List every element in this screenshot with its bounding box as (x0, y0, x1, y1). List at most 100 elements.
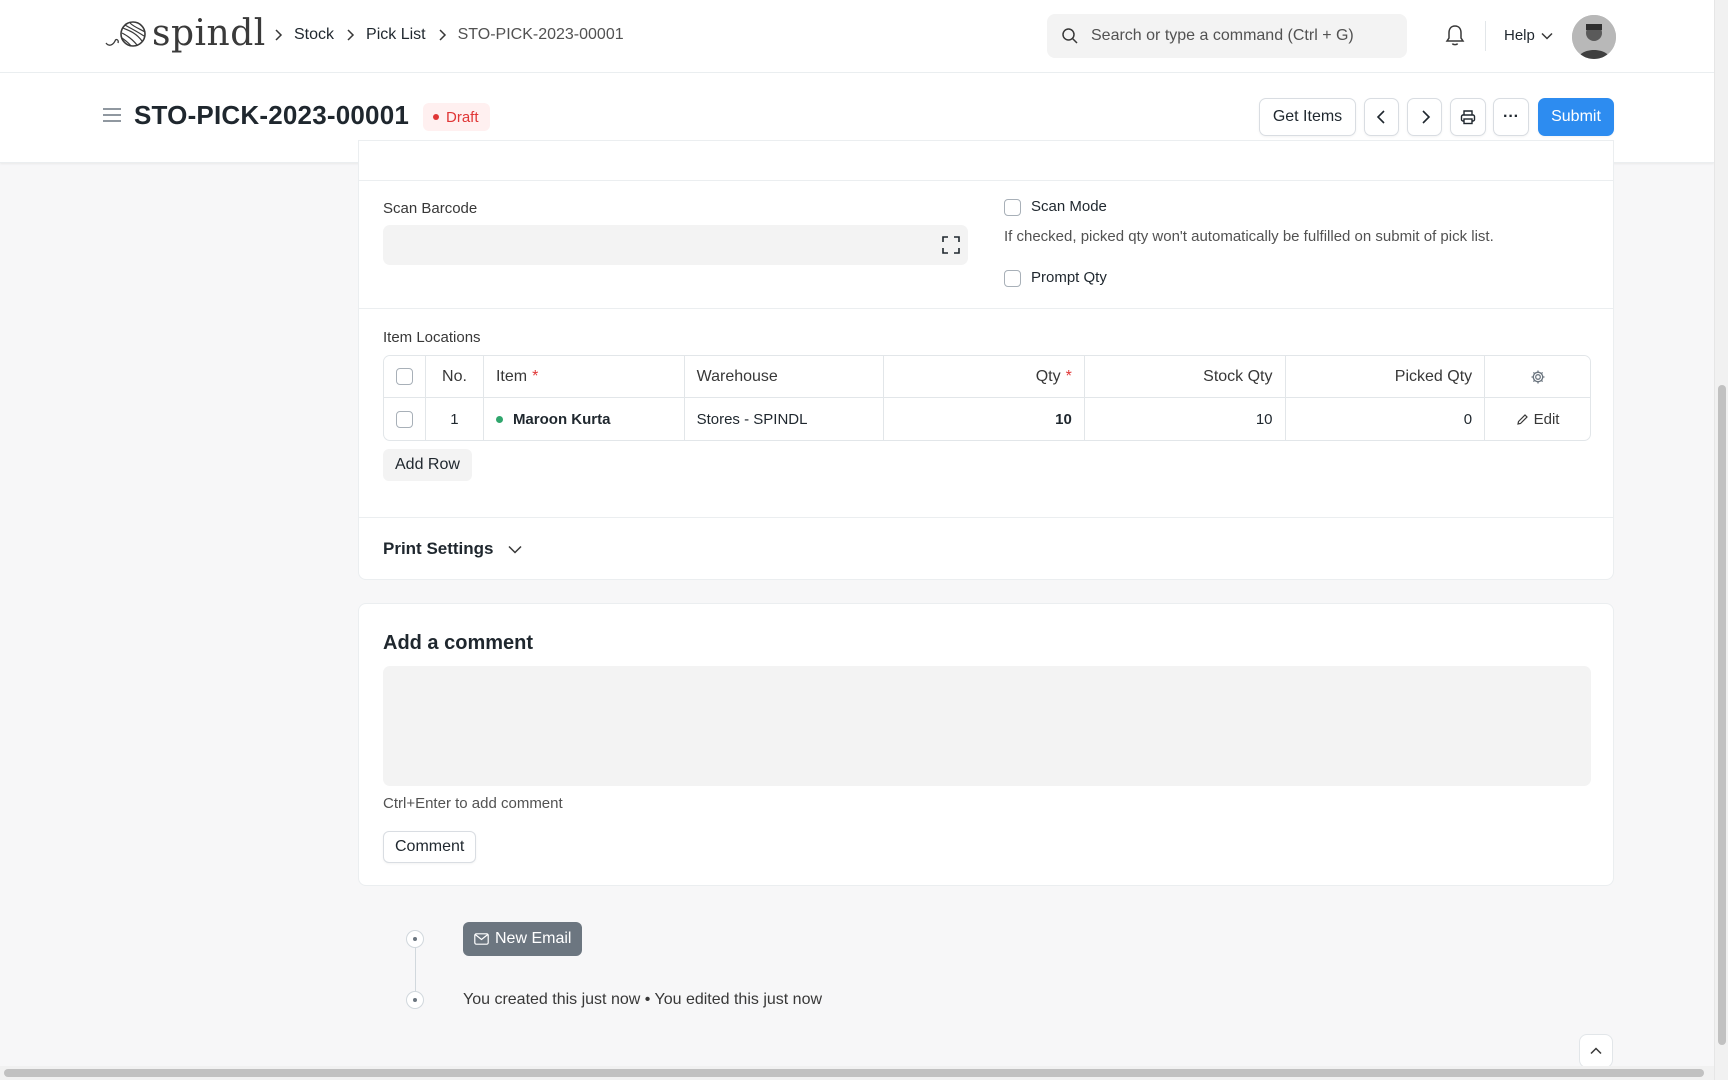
status-text: Draft (446, 108, 479, 126)
comment-hint: Ctrl+Enter to add comment (383, 795, 563, 812)
fullscreen-scan-icon[interactable] (942, 236, 960, 254)
chevron-right-icon (266, 27, 290, 43)
form-card: Scan Barcode Scan Mode If checked, picke… (358, 140, 1614, 580)
print-settings-toggle[interactable]: Print Settings (383, 539, 522, 559)
new-email-label: New Email (495, 930, 572, 947)
scan-barcode-input[interactable] (383, 225, 968, 265)
comment-button[interactable]: Comment (383, 831, 477, 863)
section-divider (359, 517, 1613, 518)
sidebar-toggle-icon[interactable] (102, 107, 122, 123)
breadcrumb-pick-list[interactable]: Pick List (366, 26, 426, 44)
select-all-checkbox[interactable] (396, 368, 413, 385)
breadcrumb-stock[interactable]: Stock (294, 26, 334, 44)
status-badge: Draft (423, 103, 490, 131)
bell-icon[interactable] (1444, 24, 1466, 48)
chevron-left-icon (1376, 110, 1385, 124)
scan-mode-label: Scan Mode (1031, 198, 1107, 215)
row-edit-button[interactable]: Edit (1516, 410, 1560, 428)
page-title: STO-PICK-2023-00001 (134, 100, 410, 130)
help-dropdown[interactable]: Help (1504, 27, 1553, 44)
navbar: spindl Stock Pick List STO-PICK-2023-000… (0, 0, 1714, 73)
horizontal-scrollbar-thumb[interactable] (4, 1069, 1704, 1077)
column-settings-cell (1485, 356, 1590, 397)
logo-text: spindl (152, 13, 266, 54)
breadcrumb-current-doc[interactable]: STO-PICK-2023-00001 (458, 26, 624, 44)
header-stock-qty: Stock Qty (1085, 356, 1286, 397)
table-row[interactable]: 1 Maroon Kurta Stores - SPINDL 10 10 0 E… (384, 398, 1590, 440)
header-item-label: Item (495, 367, 528, 385)
help-label: Help (1504, 27, 1535, 44)
add-row-button[interactable]: Add Row (383, 449, 472, 481)
print-settings-label: Print Settings (383, 539, 494, 558)
printer-icon (1460, 110, 1476, 125)
search-bar[interactable]: Search or type a command (Ctrl + G) (1047, 14, 1407, 58)
timeline-activity: You created this just now • You edited t… (463, 991, 823, 1008)
previous-doc-button[interactable] (1364, 98, 1399, 136)
vertical-scrollbar-thumb[interactable] (1718, 385, 1726, 1045)
item-status-dot (495, 415, 503, 423)
select-all-cell (384, 356, 426, 397)
row-edit-label: Edit (1533, 410, 1560, 428)
comment-card: Add a comment Ctrl+Enter to add comment … (358, 603, 1614, 886)
section-divider (359, 308, 1613, 309)
chevron-up-icon (1590, 1047, 1602, 1055)
scan-mode-checkbox[interactable] (1004, 199, 1021, 216)
row-checkbox[interactable] (396, 410, 413, 428)
header-picked-qty: Picked Qty (1286, 356, 1486, 397)
app-logo[interactable]: spindl (104, 14, 266, 54)
horizontal-scrollbar[interactable] (0, 1066, 1714, 1080)
header-item: Item * (484, 356, 685, 397)
next-doc-button[interactable] (1407, 98, 1442, 136)
header-qty: Qty * (884, 356, 1085, 397)
vertical-scrollbar[interactable] (1714, 0, 1728, 1080)
submit-button[interactable]: Submit (1538, 98, 1614, 136)
nav-divider (1485, 21, 1486, 51)
chevron-right-icon (338, 27, 362, 43)
item-locations-label: Item Locations (383, 329, 481, 346)
table-header: No. Item * Warehouse Qty * Stock Qty Picke… (384, 356, 1590, 398)
row-stock-qty[interactable]: 10 (1085, 398, 1286, 440)
prompt-qty-checkbox[interactable] (1004, 270, 1021, 287)
scan-mode-help-text: If checked, picked qty won't automatical… (1004, 228, 1494, 245)
row-picked-qty[interactable]: 0 (1286, 398, 1486, 440)
status-dot (433, 114, 439, 120)
scan-barcode-label: Scan Barcode (383, 200, 478, 217)
comment-input[interactable] (383, 666, 1591, 786)
chevron-right-icon (430, 27, 454, 43)
get-items-button[interactable]: Get Items (1259, 98, 1356, 136)
print-button[interactable] (1450, 98, 1486, 136)
mail-icon (474, 933, 489, 945)
row-edit-cell: Edit (1485, 398, 1590, 440)
row-select-cell (384, 398, 426, 440)
yarn-ball-icon (105, 21, 146, 47)
user-avatar[interactable] (1572, 15, 1616, 59)
row-item: Maroon Kurta (512, 410, 611, 428)
row-warehouse[interactable]: Stores - SPINDL (685, 398, 885, 440)
more-actions-button[interactable]: ··· (1493, 98, 1529, 136)
pencil-icon (1516, 413, 1528, 425)
row-item-cell[interactable]: Maroon Kurta (484, 398, 685, 440)
required-marker: * (532, 367, 539, 385)
row-no: 1 (426, 398, 484, 440)
required-marker: * (1065, 367, 1072, 385)
search-placeholder: Search or type a command (Ctrl + G) (1091, 27, 1354, 44)
prompt-qty-label: Prompt Qty (1031, 269, 1107, 286)
header-qty-label: Qty (1035, 367, 1061, 385)
timeline-dot (406, 930, 424, 948)
section-divider (359, 180, 1613, 181)
header-no: No. (426, 356, 484, 397)
comment-title: Add a comment (383, 632, 534, 654)
user-photo (1572, 15, 1616, 59)
breadcrumb: Stock Pick List STO-PICK-2023-00001 (262, 26, 624, 44)
scroll-to-top-button[interactable] (1579, 1034, 1613, 1068)
chevron-down-icon (507, 545, 522, 554)
chevron-right-icon (1421, 110, 1430, 124)
row-qty[interactable]: 10 (884, 398, 1085, 440)
chevron-down-icon (1541, 32, 1553, 40)
new-email-button[interactable]: New Email (463, 922, 583, 956)
search-icon (1062, 28, 1078, 44)
timeline-dot (406, 991, 424, 1009)
gear-icon[interactable] (1530, 369, 1546, 385)
header-warehouse: Warehouse (685, 356, 885, 397)
item-locations-table: No. Item * Warehouse Qty * Stock Qty Picke… (383, 355, 1591, 441)
